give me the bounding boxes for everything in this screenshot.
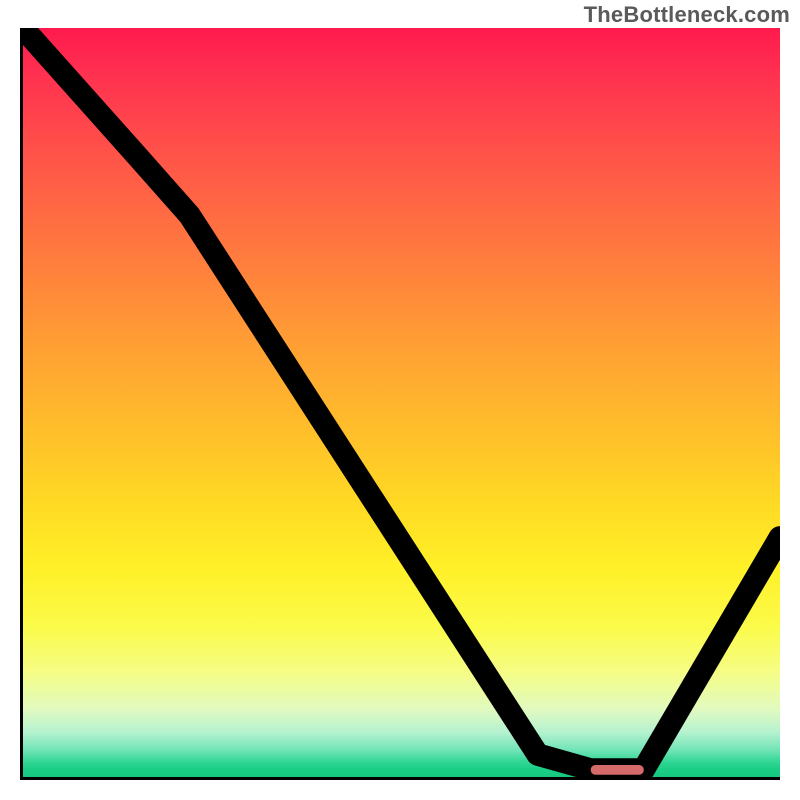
watermark-text: TheBottleneck.com bbox=[584, 2, 790, 28]
chart-container: TheBottleneck.com bbox=[0, 0, 800, 800]
plot-frame bbox=[20, 28, 780, 780]
bottleneck-gradient-background bbox=[23, 28, 780, 777]
